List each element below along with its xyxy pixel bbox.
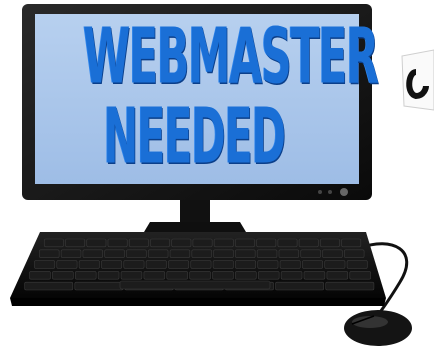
- keyboard-key: [169, 249, 191, 258]
- keyboard-key: [104, 249, 125, 258]
- keyboard-key: [189, 271, 211, 280]
- keyboard-key: [257, 260, 279, 269]
- power-button-icon: [340, 188, 348, 196]
- keyboard-key: [302, 260, 324, 269]
- keyboard-key: [320, 238, 340, 248]
- keyboard-key: [145, 260, 167, 269]
- headline-line-2: NEEDED: [103, 91, 286, 182]
- spacebar-key: [119, 280, 271, 290]
- keyboard-key: [213, 238, 234, 248]
- keyboard-key: [190, 260, 212, 269]
- keyboard-key: [212, 271, 234, 280]
- keyboard-key: [191, 249, 212, 258]
- monitor-base: [144, 222, 246, 232]
- keyboard-key: [235, 260, 257, 269]
- keyboard-key: [192, 238, 213, 248]
- keyboard-key: [101, 260, 123, 269]
- keyboard-icon: [10, 232, 386, 306]
- keyboard-key: [235, 238, 255, 248]
- keyboard-key: [78, 260, 100, 269]
- keyboard-key: [143, 271, 166, 280]
- mouse-icon: [344, 310, 412, 346]
- monitor-neck: [180, 200, 210, 222]
- keyboard-key: [107, 238, 128, 248]
- keyboard-key: [128, 238, 149, 248]
- keyboard-key: [126, 249, 147, 258]
- keyboard-key: [349, 271, 371, 280]
- keyboard-key: [86, 238, 107, 248]
- keyboard-key: [303, 271, 326, 280]
- keyboard-key: [24, 281, 74, 291]
- headline-line-1: WEBMASTER: [83, 11, 379, 102]
- keyboard-key: [123, 260, 145, 269]
- keyboard-key: [171, 238, 192, 248]
- keyboard-key: [34, 260, 56, 269]
- keyboard-key: [256, 238, 277, 248]
- keyboard-key: [277, 238, 298, 248]
- keyboard-key: [147, 249, 169, 258]
- keyboard-key: [322, 249, 343, 258]
- keyboard-key: [212, 260, 234, 269]
- power-led: [318, 190, 322, 194]
- keyboard-key: [324, 260, 346, 269]
- keyboard-key: [166, 271, 188, 280]
- keyboard-key: [39, 249, 60, 258]
- keyboard-key: [235, 249, 256, 258]
- keyboard-key: [300, 249, 321, 258]
- keyboard-key: [150, 238, 170, 248]
- keyboard-key: [29, 271, 51, 280]
- keyboard-key: [341, 238, 362, 248]
- mouse-body: [344, 310, 412, 346]
- keyboard-key: [280, 271, 303, 280]
- keyboard-key: [43, 238, 64, 248]
- keyboard-key: [275, 281, 325, 291]
- keyboard-key: [52, 271, 74, 280]
- keyboard-key: [325, 281, 375, 291]
- keyboard-key: [82, 249, 104, 258]
- keyboard-key: [168, 260, 190, 269]
- keyboard-keys: [24, 238, 375, 291]
- keyboard-key: [256, 249, 278, 258]
- keyboard-key: [120, 271, 143, 280]
- keyboard-key: [60, 249, 82, 258]
- keyboard-key: [298, 238, 319, 248]
- keyboard-key: [213, 249, 234, 258]
- keyboard-key: [278, 249, 300, 258]
- keyboard-key: [257, 271, 280, 280]
- power-led: [328, 190, 332, 194]
- keyboard-key: [65, 238, 86, 248]
- keyboard-key: [97, 271, 120, 280]
- sticker-fragment: [401, 49, 434, 111]
- keyboard-key: [74, 271, 97, 280]
- keyboard-key: [74, 281, 124, 291]
- keyboard-key: [344, 249, 365, 258]
- keyboard-key: [235, 271, 257, 280]
- keyboard-key: [56, 260, 78, 269]
- keyboard-key: [326, 271, 349, 280]
- keyboard-key: [346, 260, 368, 269]
- keyboard-key: [279, 260, 301, 269]
- keyboard-front-edge: [10, 298, 386, 306]
